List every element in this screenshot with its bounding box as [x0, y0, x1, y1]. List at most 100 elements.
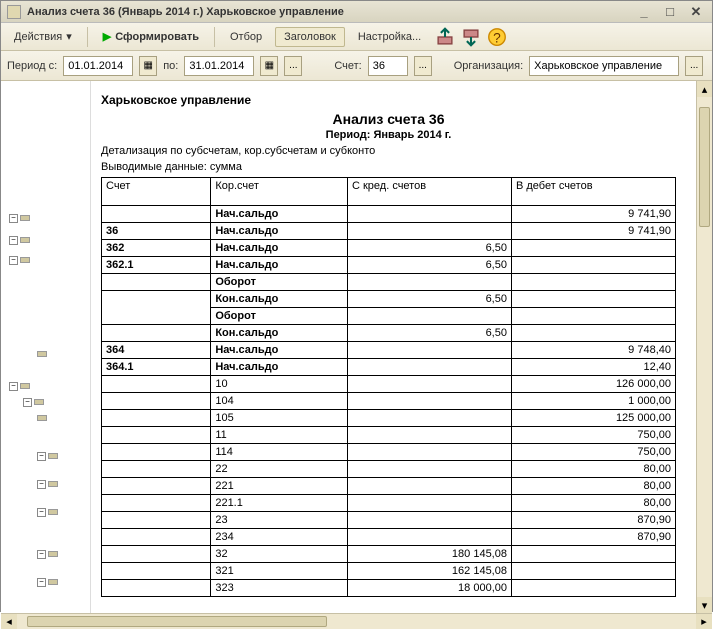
load-icon[interactable]	[434, 26, 456, 48]
scroll-thumb[interactable]	[699, 107, 710, 227]
table-cell	[511, 580, 675, 597]
outline-node[interactable]: −	[9, 379, 90, 393]
outline-node[interactable]	[37, 347, 90, 361]
outline-node[interactable]: −	[37, 547, 90, 561]
table-cell	[102, 427, 211, 444]
table-cell: 36	[102, 223, 211, 240]
table-cell	[102, 291, 211, 308]
maximize-button[interactable]: □	[660, 4, 680, 20]
generate-button[interactable]: ▶ Сформировать	[94, 26, 208, 47]
horizontal-scrollbar[interactable]: ◂ ▸	[1, 613, 712, 629]
table-header-row: Счет Кор.счет С кред. счетов В дебет сче…	[102, 178, 676, 206]
account-input[interactable]	[368, 56, 408, 76]
outline-node[interactable]: −	[37, 449, 90, 463]
table-cell	[347, 427, 511, 444]
table-cell: 114	[211, 444, 348, 461]
table-row: 2280,00	[102, 461, 676, 478]
table-cell	[102, 444, 211, 461]
settings-button[interactable]: Настройка...	[349, 27, 430, 47]
outline-node[interactable]: −	[37, 477, 90, 491]
table-cell	[102, 512, 211, 529]
table-cell: 323	[211, 580, 348, 597]
period-to-input[interactable]	[184, 56, 254, 76]
toolbar: Действия ▾ ▶ Сформировать Отбор Заголово…	[1, 23, 712, 51]
table-cell	[102, 308, 211, 325]
table-cell	[102, 580, 211, 597]
table-cell: 32	[211, 546, 348, 563]
table-cell: 870,90	[511, 529, 675, 546]
table-cell: 750,00	[511, 444, 675, 461]
table-cell: 870,90	[511, 512, 675, 529]
separator	[87, 27, 88, 47]
scroll-thumb[interactable]	[27, 616, 327, 627]
table-row: 321162 145,08	[102, 563, 676, 580]
header-button[interactable]: Заголовок	[275, 27, 345, 47]
outline-node[interactable]: −	[37, 575, 90, 589]
table-row: 10126 000,00	[102, 376, 676, 393]
table-cell: 105	[211, 410, 348, 427]
org-input[interactable]	[529, 56, 679, 76]
scroll-right-icon[interactable]: ▸	[696, 614, 712, 629]
table-row: 11750,00	[102, 427, 676, 444]
table-cell	[102, 376, 211, 393]
help-icon[interactable]: ?	[486, 26, 508, 48]
table-row: 32318 000,00	[102, 580, 676, 597]
scroll-left-icon[interactable]: ◂	[1, 614, 17, 629]
close-button[interactable]: ✕	[686, 4, 706, 20]
outline-node[interactable]: −	[9, 233, 90, 247]
table-row: Оборот	[102, 308, 676, 325]
outline-node[interactable]: −	[9, 211, 90, 225]
scroll-track[interactable]	[17, 614, 696, 629]
account-picker-button[interactable]: ...	[414, 56, 432, 76]
table-row: 114 750,00	[102, 444, 676, 461]
calendar-to-icon[interactable]: ▦	[260, 56, 278, 76]
table-cell	[102, 478, 211, 495]
table-cell: 6,50	[347, 240, 511, 257]
table-cell	[347, 512, 511, 529]
table-cell: 9 741,90	[511, 206, 675, 223]
table-cell: 6,50	[347, 325, 511, 342]
table-cell: 11	[211, 427, 348, 444]
table-cell	[102, 206, 211, 223]
report-output: Выводимые данные: сумма	[101, 161, 676, 173]
table-cell: Нач.сальдо	[211, 240, 348, 257]
outline-node[interactable]: −	[9, 253, 90, 267]
params-bar: Период с: ▦ по: ▦ ... Счет: ... Организа…	[1, 51, 712, 81]
table-cell: 9 741,90	[511, 223, 675, 240]
table-cell	[347, 274, 511, 291]
table-cell	[511, 308, 675, 325]
report-period: Период: Январь 2014 г.	[101, 129, 676, 141]
calendar-from-icon[interactable]: ▦	[139, 56, 157, 76]
dropdown-icon: ▾	[66, 30, 72, 43]
table-cell: 364	[102, 342, 211, 359]
table-row: Кон.сальдо6,50	[102, 325, 676, 342]
table-cell	[511, 325, 675, 342]
table-cell	[511, 563, 675, 580]
table-cell	[347, 478, 511, 495]
table-cell	[102, 325, 211, 342]
minimize-button[interactable]: _	[634, 4, 654, 20]
org-picker-button[interactable]: ...	[685, 56, 703, 76]
actions-menu[interactable]: Действия ▾	[5, 26, 81, 47]
period-from-input[interactable]	[63, 56, 133, 76]
filter-button[interactable]: Отбор	[221, 27, 271, 47]
table-row: Оборот	[102, 274, 676, 291]
table-cell: Нач.сальдо	[211, 359, 348, 376]
table-row: Кон.сальдо6,50	[102, 291, 676, 308]
outline-node[interactable]: −	[23, 395, 90, 409]
scroll-up-icon[interactable]: ▴	[697, 81, 712, 97]
scroll-track[interactable]	[697, 97, 712, 597]
table-row: 362Нач.сальдо6,50	[102, 240, 676, 257]
scroll-down-icon[interactable]: ▾	[697, 597, 712, 613]
table-cell: 221	[211, 478, 348, 495]
table-cell	[102, 274, 211, 291]
report-detail: Детализация по субсчетам, кор.субсчетам …	[101, 145, 676, 157]
table-cell	[102, 495, 211, 512]
period-picker-button[interactable]: ...	[284, 56, 302, 76]
outline-node[interactable]: −	[37, 505, 90, 519]
save-icon[interactable]	[460, 26, 482, 48]
outline-node[interactable]	[37, 411, 90, 425]
separator	[214, 27, 215, 47]
table-cell: 321	[211, 563, 348, 580]
vertical-scrollbar[interactable]: ▴ ▾	[696, 81, 712, 613]
